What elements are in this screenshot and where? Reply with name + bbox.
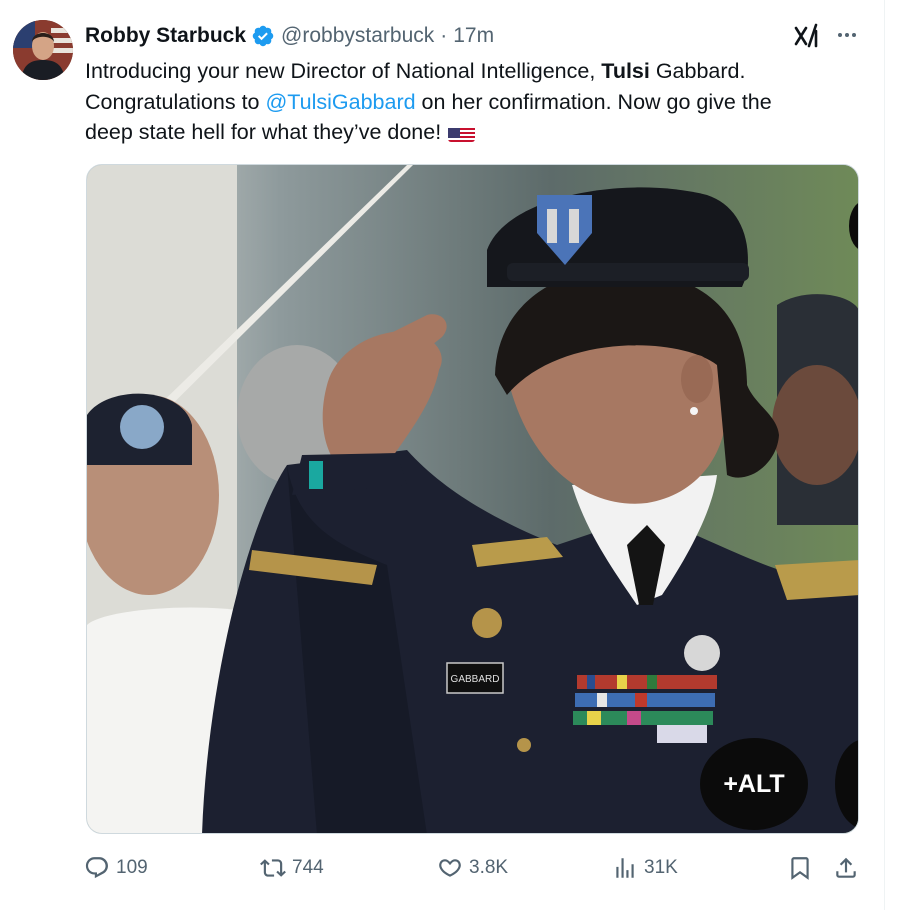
tweet-header: Robby Starbuck @robbystarbuck · 17m	[85, 22, 494, 50]
reply-count: 109	[116, 857, 148, 878]
alt-text-button[interactable]: +ALT	[700, 738, 808, 830]
us-flag-emoji	[448, 124, 476, 142]
timeline-divider	[884, 0, 885, 910]
bookmark-icon	[791, 857, 809, 880]
tweet-actions: 109 744 3.8K 31K	[0, 850, 904, 886]
share-button[interactable]	[833, 850, 865, 886]
verified-badge-icon	[252, 25, 274, 47]
timestamp[interactable]: 17m	[453, 24, 494, 48]
tweet-text-segment: on her confirmation. Now go give the	[415, 89, 772, 114]
reply-button[interactable]: 109	[84, 850, 148, 886]
author-handle[interactable]: @robbystarbuck	[281, 24, 434, 48]
mention-link[interactable]: @TulsiGabbard	[265, 90, 415, 114]
tweet-text-segment: Congratulations to	[85, 89, 266, 114]
views-icon	[616, 858, 634, 878]
like-count: 3.8K	[469, 857, 509, 878]
tweet-text-line-3: deep state hell for what they’ve done!	[85, 117, 855, 148]
author-name[interactable]: Robby Starbuck	[85, 24, 246, 48]
repost-icon	[260, 859, 286, 877]
repost-count: 744	[292, 857, 324, 878]
bookmark-button[interactable]	[787, 850, 819, 886]
tweet-text-line-1: Introducing your new Director of Nationa…	[85, 56, 855, 87]
author-avatar[interactable]	[13, 20, 73, 80]
tweet-text: Introducing your new Director of Nationa…	[85, 56, 855, 148]
name-tag: GABBARD	[451, 674, 500, 685]
views-button[interactable]: 31K	[612, 850, 678, 886]
tweet-text-segment: deep state hell for what they’ve done!	[85, 120, 442, 144]
like-button[interactable]: 3.8K	[437, 850, 508, 886]
tweet-text-segment: Gabbard.	[649, 59, 746, 83]
more-icon[interactable]	[834, 22, 860, 48]
share-icon	[836, 857, 856, 878]
tweet-text-line-2: Congratulations to @TulsiGabbard on her …	[85, 87, 855, 118]
photo-image: GABBARD	[87, 165, 858, 833]
views-count: 31K	[644, 857, 678, 878]
tweet-text-bold: Tulsi	[601, 59, 650, 83]
repost-button[interactable]: 744	[260, 850, 324, 886]
reply-icon	[85, 857, 108, 879]
like-icon	[439, 859, 461, 877]
grok-icon[interactable]	[793, 22, 821, 50]
separator-dot: ·	[440, 24, 448, 47]
tweet-text-segment: Introducing your new Director of Nationa…	[85, 59, 602, 83]
tweet-photo[interactable]: GABBARD +ALT	[86, 164, 859, 834]
